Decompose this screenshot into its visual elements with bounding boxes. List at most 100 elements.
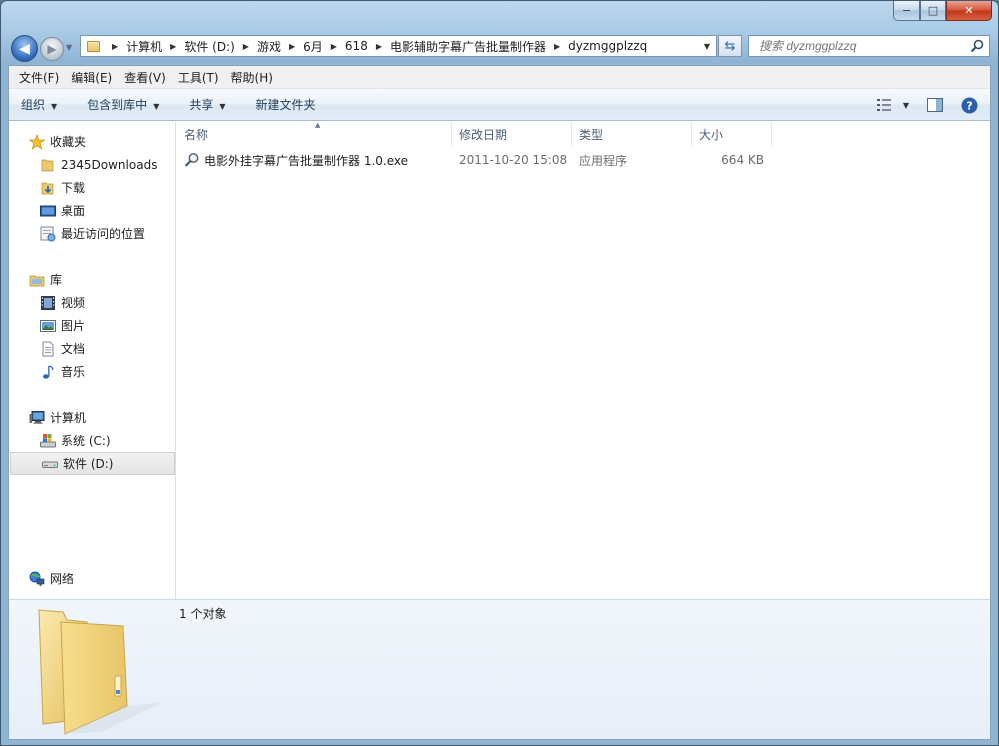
chevron-right-icon[interactable]: ▶ — [289, 42, 295, 51]
computer-group: 计算机 系统 (C:) 软件 (D:) — [9, 406, 175, 475]
change-view-button[interactable]: ▼ — [876, 99, 909, 111]
forward-arrow-icon: ▶ — [47, 42, 57, 56]
library-icon — [29, 272, 45, 288]
desktop-icon — [40, 203, 56, 219]
close-button[interactable]: ✕ — [946, 1, 992, 21]
view-controls: ▼ ? — [869, 89, 990, 121]
sidebar-item-libraries[interactable]: 库 — [9, 268, 175, 291]
organize-label: 组织 — [21, 98, 46, 112]
column-header-size[interactable]: 大小 — [692, 122, 772, 146]
chevron-right-icon[interactable]: ▶ — [554, 42, 560, 51]
menu-view[interactable]: 查看(V) — [118, 69, 172, 86]
sidebar-item-computer[interactable]: 计算机 — [9, 406, 175, 429]
minimize-button[interactable]: − — [893, 1, 920, 21]
sidebar-item-pictures[interactable]: 图片 — [9, 314, 175, 337]
new-folder-button[interactable]: 新建文件夹 — [238, 96, 328, 113]
file-name: 电影外挂字幕广告批量制作器 1.0.exe — [204, 153, 409, 168]
sidebar-item-label: 音乐 — [61, 365, 86, 379]
column-header-name[interactable]: 名称 ▲ — [177, 121, 452, 146]
sidebar-item-music[interactable]: 音乐 — [9, 360, 175, 383]
chevron-down-icon: ▼ — [219, 102, 226, 111]
share-button[interactable]: 共享 ▼ — [171, 96, 237, 113]
help-button[interactable]: ? — [961, 97, 978, 114]
recent-pages-dropdown[interactable]: ▼ — [66, 43, 72, 52]
file-size: 664 KB — [721, 153, 764, 167]
sidebar-item-label: 下载 — [61, 181, 86, 195]
organize-button[interactable]: 组织 ▼ — [9, 96, 69, 113]
sidebar-item-videos[interactable]: 视频 — [9, 291, 175, 314]
star-icon — [29, 133, 45, 150]
sidebar-item-label: 系统 (C:) — [61, 434, 111, 448]
column-header-label: 修改日期 — [459, 127, 508, 142]
include-in-library-button[interactable]: 包含到库中 ▼ — [69, 96, 171, 113]
computer-icon — [29, 410, 45, 426]
menu-file[interactable]: 文件(F) — [13, 69, 65, 86]
explorer-client: 文件(F) 编辑(E) 查看(V) 工具(T) 帮助(H) 组织 ▼ 包含到库中 ▼… — [8, 65, 991, 740]
chevron-down-icon[interactable]: ▼ — [903, 101, 909, 110]
sidebar-item-label: 视频 — [61, 296, 86, 310]
sidebar-item-recent-places[interactable]: 最近访问的位置 — [9, 222, 175, 245]
share-label: 共享 — [189, 98, 214, 112]
breadcrumb-computer[interactable]: 计算机 — [126, 38, 162, 55]
svg-text:?: ? — [966, 99, 972, 112]
navigation-row: ◀ ▶ ▼ ▶ 计算机 ▶ 软件 (D:) ▶ 游戏 ▶ 6月 ▶ 618 ▶ … — [1, 29, 998, 65]
breadcrumb-current-folder[interactable]: dyzmggplzzq — [568, 39, 647, 53]
large-folder-icon — [38, 609, 161, 735]
sidebar-item-documents[interactable]: 文档 — [9, 337, 175, 360]
menu-bar: 文件(F) 编辑(E) 查看(V) 工具(T) 帮助(H) — [9, 66, 990, 89]
sidebar-item-label: 库 — [50, 273, 63, 287]
file-modified: 2011-10-20 15:08 — [459, 153, 568, 167]
sidebar-item-downloads[interactable]: 下载 — [9, 176, 175, 199]
column-header-type[interactable]: 类型 — [572, 122, 692, 146]
breadcrumb-subtitle-tool[interactable]: 电影辅助字幕广告批量制作器 — [390, 38, 546, 55]
column-header-row: 名称 ▲ 修改日期 类型 大小 — [177, 121, 990, 146]
document-icon — [40, 341, 56, 357]
forward-button[interactable]: ▶ — [40, 37, 64, 61]
chevron-right-icon[interactable]: ▶ — [112, 42, 118, 51]
breadcrumb-june[interactable]: 6月 — [303, 38, 323, 55]
system-drive-icon — [40, 433, 56, 449]
chevron-right-icon[interactable]: ▶ — [170, 42, 176, 51]
help-icon: ? — [961, 97, 978, 113]
address-bar[interactable]: ▶ 计算机 ▶ 软件 (D:) ▶ 游戏 ▶ 6月 ▶ 618 ▶ 电影辅助字幕… — [80, 35, 717, 57]
sidebar-item-network[interactable]: 网络 — [9, 567, 175, 590]
address-dropdown-icon[interactable]: ▼ — [698, 42, 716, 51]
chevron-right-icon[interactable]: ▶ — [331, 42, 337, 51]
search-box[interactable] — [748, 35, 990, 57]
menu-help[interactable]: 帮助(H) — [225, 69, 279, 86]
maximize-button[interactable]: □ — [920, 1, 946, 21]
back-button[interactable]: ◀ — [11, 35, 38, 62]
downloads-folder-icon — [40, 180, 56, 196]
sidebar-item-2345downloads[interactable]: 2345Downloads — [9, 153, 175, 176]
search-icon[interactable] — [970, 39, 984, 53]
sidebar-item-label: 最近访问的位置 — [61, 227, 146, 241]
menu-tools[interactable]: 工具(T) — [172, 69, 225, 86]
column-header-label: 名称 — [184, 127, 209, 142]
view-list-icon — [876, 99, 891, 111]
file-type: 应用程序 — [579, 153, 628, 168]
file-list-pane: 名称 ▲ 修改日期 类型 大小 电影外挂字幕广告批量制作器 1.0.exe 20… — [177, 121, 990, 599]
sidebar-item-label: 文档 — [61, 342, 86, 356]
sidebar-item-label: 2345Downloads — [61, 157, 158, 172]
menu-edit[interactable]: 编辑(E) — [65, 69, 118, 86]
sidebar-item-desktop[interactable]: 桌面 — [9, 199, 175, 222]
sidebar-item-drive-d[interactable]: 软件 (D:) — [10, 452, 175, 475]
chevron-right-icon[interactable]: ▶ — [376, 42, 382, 51]
chevron-right-icon[interactable]: ▶ — [243, 42, 249, 51]
breadcrumb-games[interactable]: 游戏 — [257, 38, 281, 55]
sidebar-item-favorites[interactable]: 收藏夹 — [9, 130, 175, 153]
breadcrumb-drive-d[interactable]: 软件 (D:) — [184, 38, 234, 55]
chevron-down-icon: ▼ — [51, 102, 58, 111]
title-bar: − □ ✕ — [1, 1, 998, 29]
caption-buttons: − □ ✕ — [893, 1, 992, 21]
breadcrumb-618[interactable]: 618 — [345, 39, 368, 53]
preview-pane-button[interactable] — [927, 98, 943, 112]
refresh-button[interactable]: ⇆ — [718, 35, 742, 57]
libraries-group: 库 视频 图片 文档 音乐 — [9, 268, 175, 383]
file-row[interactable]: 电影外挂字幕广告批量制作器 1.0.exe 2011-10-20 15:08 应… — [177, 149, 990, 171]
column-header-modified[interactable]: 修改日期 — [452, 122, 572, 146]
sidebar-item-drive-c[interactable]: 系统 (C:) — [9, 429, 175, 452]
item-count: 1 个对象 — [179, 607, 227, 621]
favorites-group: 收藏夹 2345Downloads 下载 桌面 最近访问的位置 — [9, 130, 175, 245]
search-input[interactable] — [759, 39, 959, 53]
